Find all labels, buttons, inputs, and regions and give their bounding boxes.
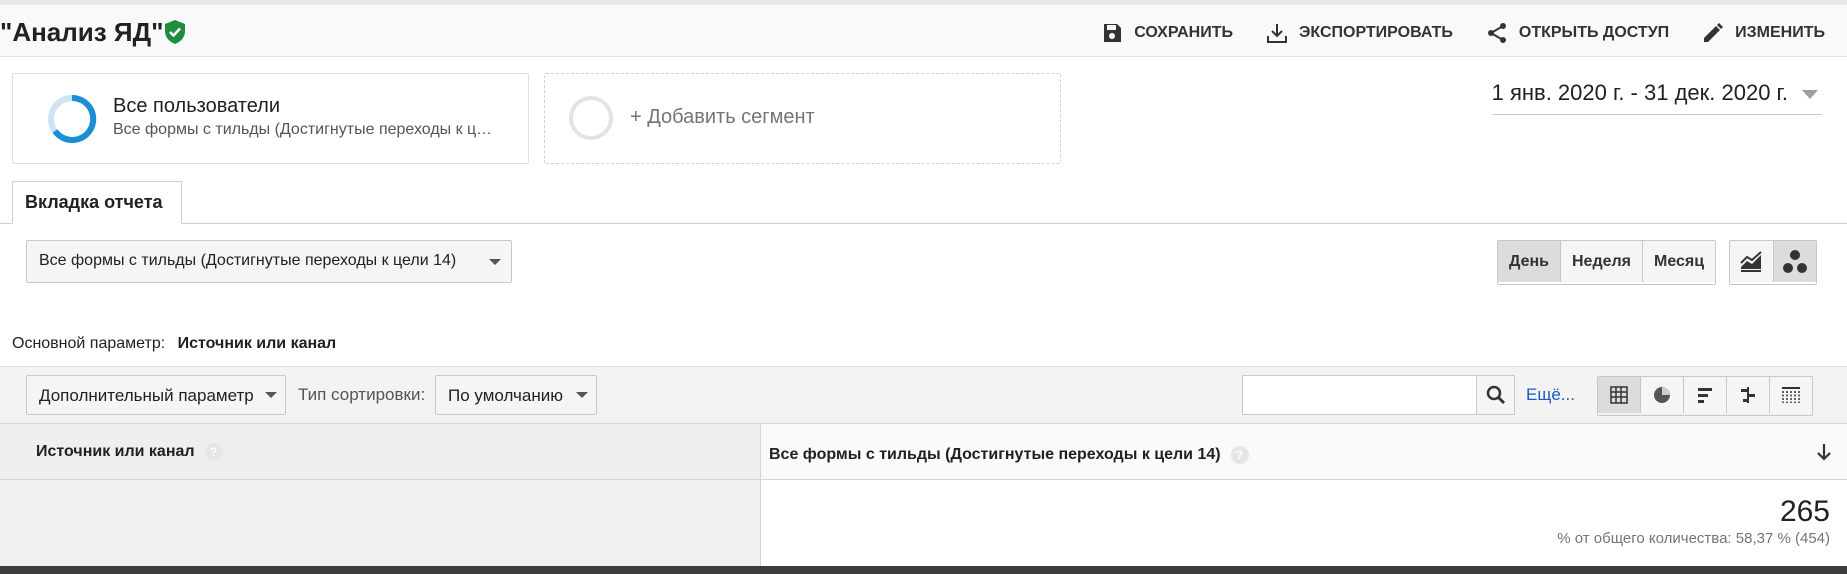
- column-header-metric[interactable]: Все формы с тильды (Достигнутые переходы…: [769, 446, 1249, 464]
- metric-dropdown-value: Все формы с тильды (Достигнутые переходы…: [39, 252, 457, 269]
- primary-dimension: Основной параметр: Источник или канал: [12, 335, 336, 353]
- pivot-view-button[interactable]: [1770, 377, 1812, 413]
- date-range-text: 1 янв. 2020 г. - 31 дек. 2020 г.: [1491, 80, 1788, 105]
- total-percent-of-total: % от общего количества: 58,37 % (454): [1557, 530, 1830, 547]
- period-day-button[interactable]: День: [1498, 241, 1561, 282]
- save-icon: [1104, 24, 1122, 42]
- share-label: ОТКРЫТЬ ДОСТУП: [1518, 24, 1670, 41]
- chevron-down-icon: [576, 392, 588, 398]
- table-search-input[interactable]: [1242, 375, 1477, 415]
- edit-label: ИЗМЕНИТЬ: [1735, 24, 1825, 41]
- more-link[interactable]: Ещё...: [1526, 385, 1575, 405]
- chevron-down-icon: [265, 392, 277, 398]
- sort-descending-icon[interactable]: [1816, 443, 1832, 461]
- help-icon[interactable]: ?: [204, 443, 223, 461]
- search-button[interactable]: [1477, 375, 1515, 415]
- pie-view-button[interactable]: [1641, 377, 1684, 413]
- total-value: 265: [1779, 495, 1830, 528]
- secondary-dimension-dropdown[interactable]: Дополнительный параметр: [26, 375, 286, 415]
- segment-all-users[interactable]: Все пользователи Все формы с тильды (Дос…: [12, 73, 529, 164]
- chart-type-toggle: [1729, 240, 1817, 285]
- segment-ring-icon: [48, 94, 97, 143]
- add-segment-button[interactable]: + Добавить сегмент: [544, 73, 1061, 164]
- tab-report[interactable]: Вкладка отчета: [12, 181, 182, 224]
- chevron-down-icon: [1802, 90, 1818, 99]
- segment-title: Все пользователи: [113, 95, 281, 117]
- column-header-source[interactable]: Источник или канал?: [36, 443, 223, 461]
- window-bottom-edge: [0, 566, 1847, 574]
- verified-shield-icon: [165, 20, 185, 44]
- column-header-source-label: Источник или канал: [36, 443, 195, 461]
- save-button[interactable]: СОХРАНИТЬ: [1100, 21, 1233, 45]
- export-button[interactable]: ЭКСПОРТИРОВАТЬ: [1265, 21, 1453, 45]
- grid-table-icon: [1610, 386, 1628, 404]
- totals-row-label-cell: [0, 480, 760, 574]
- date-range-picker[interactable]: 1 янв. 2020 г. - 31 дек. 2020 г.: [1491, 80, 1822, 115]
- report-header: "Анализ ЯД" СОХРАНИТЬ ЭКСПОРТИРОВАТЬ ОТК…: [0, 0, 1847, 57]
- bubbles-icon: [1782, 249, 1807, 273]
- pie-chart-icon: [1654, 387, 1670, 403]
- performance-view-button[interactable]: [1684, 377, 1727, 413]
- tab-divider: [0, 223, 1847, 224]
- column-header-metric-bg: Все формы с тильды (Достигнутые переходы…: [761, 424, 1847, 479]
- period-toggle: День Неделя Месяц: [1497, 240, 1717, 285]
- secondary-dimension-label: Дополнительный параметр: [39, 386, 254, 405]
- add-segment-ring-icon: [569, 96, 613, 140]
- share-button[interactable]: ОТКРЫТЬ ДОСТУП: [1485, 21, 1669, 45]
- search-icon: [1486, 385, 1505, 405]
- help-icon[interactable]: ?: [1230, 446, 1249, 464]
- chevron-down-icon: [489, 259, 501, 265]
- export-label: ЭКСПОРТИРОВАТЬ: [1299, 24, 1453, 41]
- line-chart-icon: [1740, 250, 1762, 272]
- add-segment-label: + Добавить сегмент: [630, 106, 815, 128]
- save-label: СОХРАНИТЬ: [1134, 24, 1233, 41]
- edit-button[interactable]: ИЗМЕНИТЬ: [1701, 21, 1825, 45]
- table-view-toggle: [1597, 376, 1813, 416]
- pencil-icon: [1704, 23, 1724, 42]
- export-icon: [1267, 24, 1287, 43]
- period-week-button[interactable]: Неделя: [1561, 241, 1644, 282]
- column-divider: [760, 423, 761, 574]
- period-month-button[interactable]: Месяц: [1643, 241, 1716, 282]
- bar-list-icon: [1698, 388, 1712, 403]
- line-chart-button[interactable]: [1730, 241, 1774, 282]
- sort-type-dropdown[interactable]: По умолчанию: [435, 375, 597, 415]
- primary-dimension-value[interactable]: Источник или канал: [178, 335, 337, 352]
- comparison-icon: [1741, 387, 1755, 403]
- table-toolbar: Дополнительный параметр Тип сортировки: …: [0, 366, 1847, 423]
- metric-dropdown[interactable]: Все формы с тильды (Достигнутые переходы…: [26, 240, 512, 283]
- report-title: "Анализ ЯД": [0, 17, 164, 47]
- header-actions: СОХРАНИТЬ ЭКСПОРТИРОВАТЬ ОТКРЫТЬ ДОСТУП …: [1100, 21, 1825, 45]
- segment-subtitle: Все формы с тильды (Достигнутые переходы…: [113, 121, 493, 138]
- comparison-view-button[interactable]: [1727, 377, 1770, 413]
- motion-chart-button[interactable]: [1773, 241, 1816, 282]
- data-table-view-button[interactable]: [1598, 377, 1641, 413]
- sort-type-value: По умолчанию: [448, 386, 563, 405]
- pivot-table-icon: [1782, 387, 1800, 403]
- column-header-metric-label: Все формы с тильды (Достигнутые переходы…: [769, 446, 1221, 464]
- primary-dimension-label: Основной параметр:: [12, 335, 166, 352]
- share-icon: [1487, 23, 1506, 43]
- sort-type-label: Тип сортировки:: [298, 385, 426, 404]
